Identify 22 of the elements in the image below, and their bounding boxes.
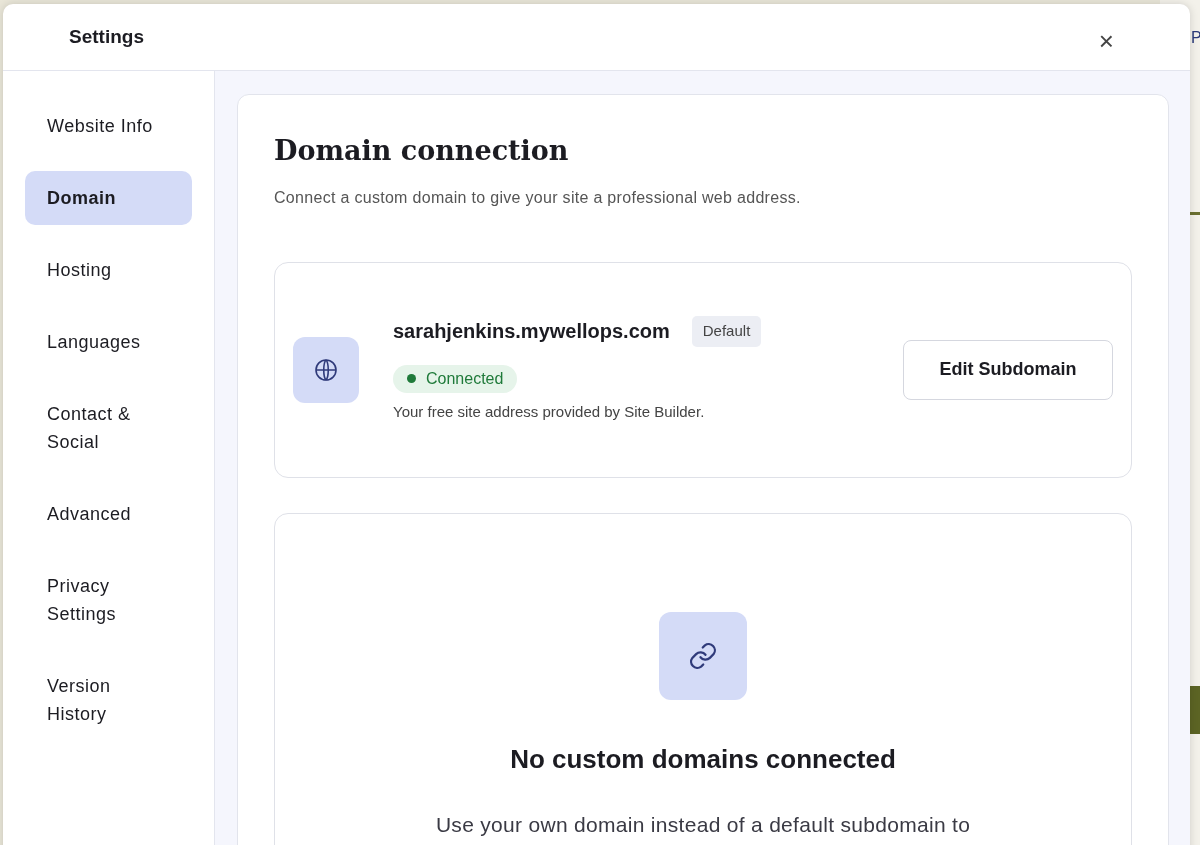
page-text: P bbox=[1191, 28, 1200, 48]
edit-subdomain-button[interactable]: Edit Subdomain bbox=[903, 339, 1113, 400]
status-badge: Connected bbox=[393, 364, 518, 393]
sidebar-item[interactable]: Languages bbox=[25, 315, 192, 369]
subdomain-note: Your free site address provided by Site Builder. bbox=[393, 401, 706, 422]
sidebar-item[interactable]: Version History bbox=[25, 659, 192, 741]
sidebar-item[interactable]: Contact & Social bbox=[25, 387, 192, 469]
sidebar-item[interactable]: Hosting bbox=[25, 243, 192, 297]
empty-state-title: No custom domains connected bbox=[510, 742, 896, 776]
link-icon bbox=[688, 640, 718, 671]
empty-state-text: Use your own domain instead of a default subdomain to bbox=[435, 811, 971, 838]
sidebar-item[interactable]: Website Info bbox=[25, 99, 192, 153]
close-button[interactable]: × bbox=[1098, 28, 1114, 54]
sidebar-item[interactable]: Advanced bbox=[25, 487, 192, 541]
sidebar-item[interactable]: Privacy Settings bbox=[25, 559, 192, 641]
window-title: Settings bbox=[69, 24, 144, 49]
globe-icon bbox=[314, 357, 338, 382]
panel-subtitle: Connect a custom domain to give your site a professional web address. bbox=[274, 187, 802, 208]
default-badge: Default bbox=[691, 316, 762, 347]
sidebar-item[interactable]: Domain bbox=[25, 171, 192, 225]
panel-title: Domain connection bbox=[274, 134, 570, 168]
subdomain-address: sarahjenkins.mywellops.com bbox=[393, 319, 670, 345]
